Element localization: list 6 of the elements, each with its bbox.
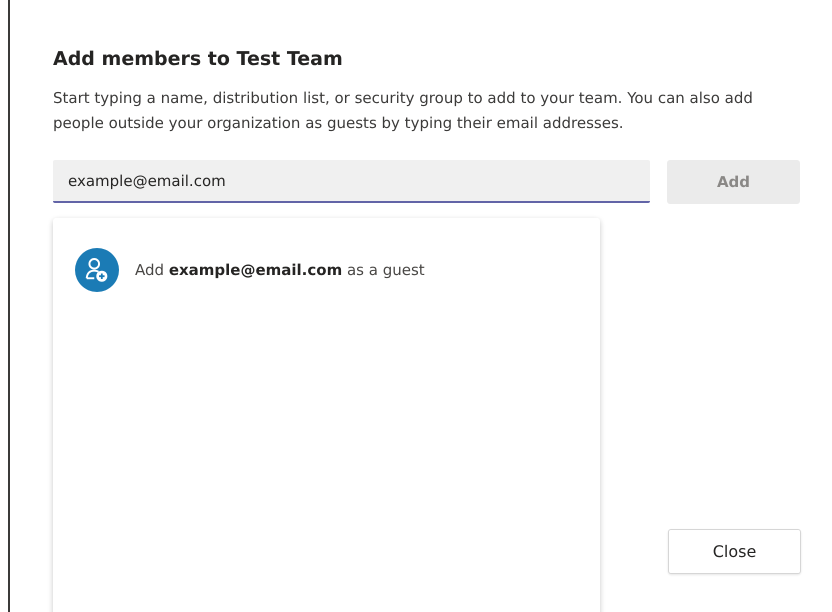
dialog-description: Start typing a name, distribution list, or security group to add to your team. You can also add people outside your organization as guests by typing their email addresses. <box>53 88 754 134</box>
add-guest-icon[interactable] <box>75 248 119 292</box>
close-button[interactable]: Close <box>668 529 801 574</box>
dialog-title: Add members to Test Team <box>53 48 344 70</box>
suggestion-item[interactable]: Add example@email.com as a guest <box>135 261 425 279</box>
search-field[interactable]: example@email.com <box>53 160 650 203</box>
